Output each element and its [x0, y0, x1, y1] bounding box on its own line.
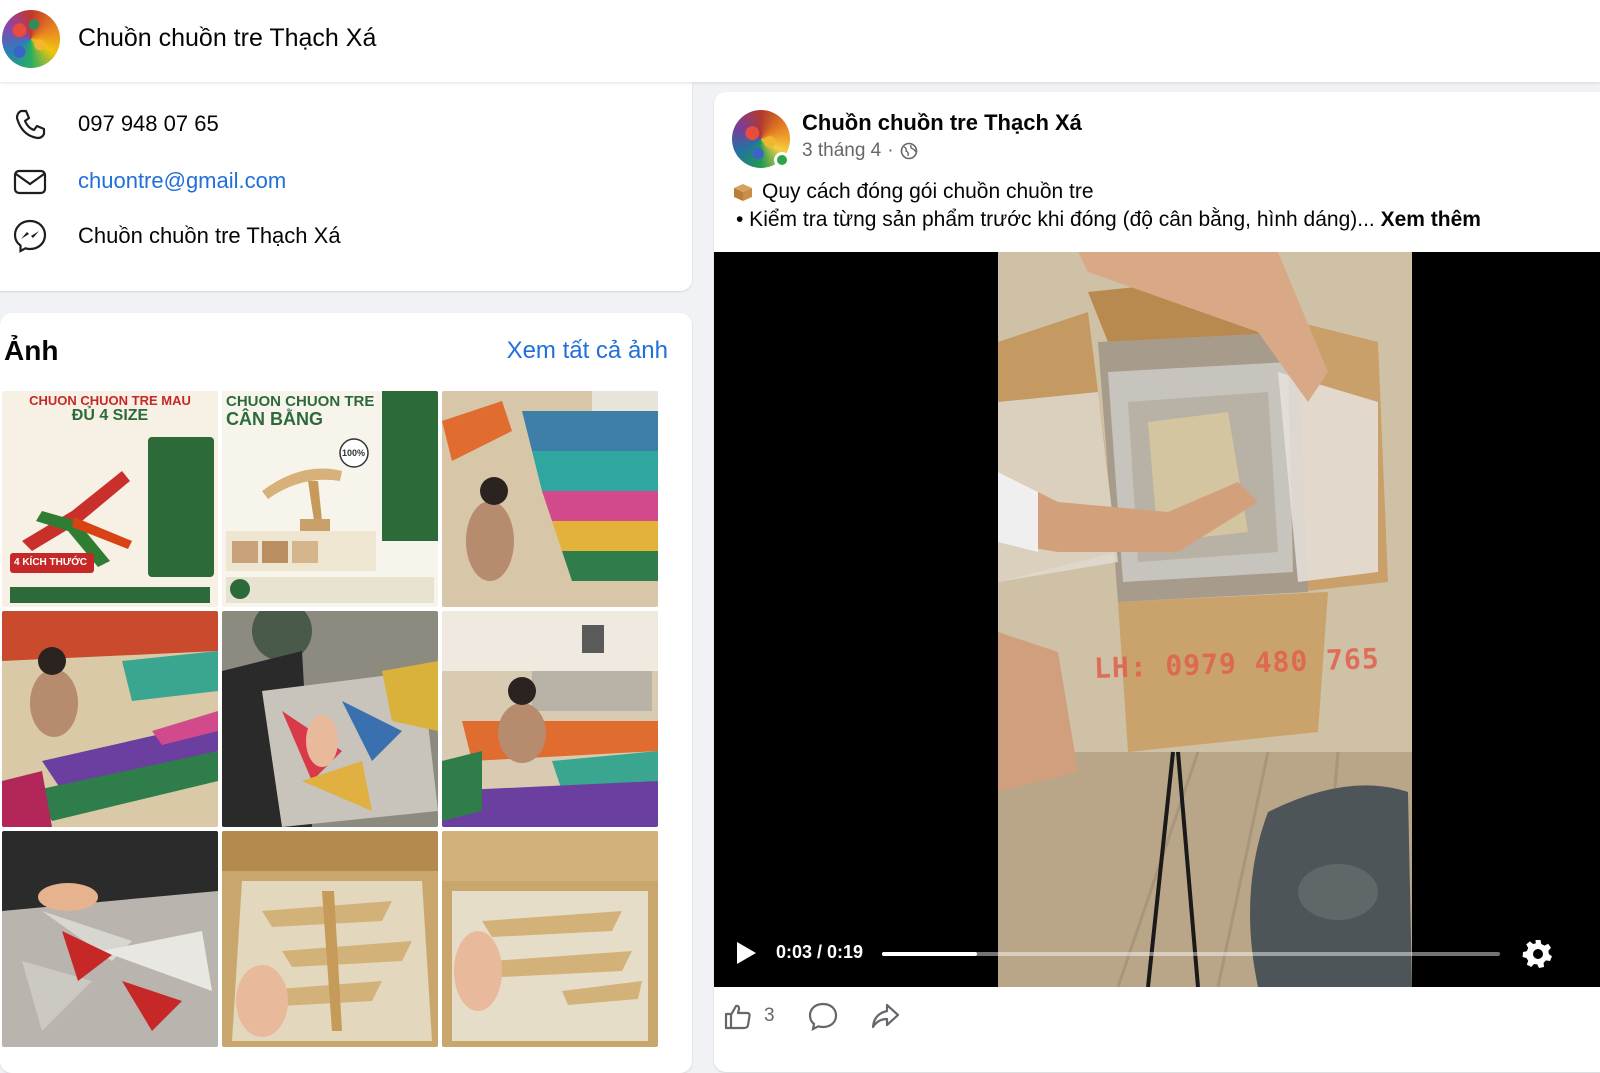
contact-messenger[interactable]: Chuồn chuồn tre Thạch Xá: [78, 223, 341, 249]
page-avatar[interactable]: [2, 10, 60, 68]
video-frame-image: [998, 252, 1412, 987]
post-text-line1: Quy cách đóng gói chuồn chuồn tre: [732, 180, 1094, 204]
photo-tile-2[interactable]: CHUON CHUON TRE CÂN BẰNG 100%: [222, 391, 438, 607]
like-count: 3: [764, 1005, 775, 1026]
messenger-icon: [13, 219, 47, 253]
photo-8-image: [222, 831, 438, 1047]
photo-6-image: [442, 611, 658, 827]
share-button[interactable]: [869, 1000, 901, 1032]
photo-7-image: [2, 831, 218, 1047]
meta-separator: ·: [887, 140, 894, 161]
post-text-line2: • Kiểm tra từng sản phẩm trước khi đóng …: [736, 208, 1481, 232]
post-actions: 3: [714, 992, 1600, 1052]
photo-5-image: [222, 611, 438, 827]
contact-email-row: chuontre@gmail.com: [0, 161, 680, 201]
photo-9-image: [442, 831, 658, 1047]
photo-2-badge: 100%: [342, 448, 366, 458]
post-card: Chuồn chuồn tre Thạch Xá 3 tháng 4 · Quy…: [714, 92, 1600, 1072]
see-all-photos-link[interactable]: Xem tất cả ảnh: [507, 337, 668, 365]
phone-icon: [15, 109, 46, 140]
contact-messenger-row: Chuồn chuồn tre Thạch Xá: [0, 216, 680, 256]
post-line1-text: Quy cách đóng gói chuồn chuồn tre: [762, 180, 1094, 203]
post-meta: 3 tháng 4 ·: [802, 140, 918, 162]
contact-phone[interactable]: 097 948 07 65: [78, 111, 219, 137]
photo-1-badge: 4 KÍCH THƯỚC: [14, 557, 87, 568]
photo-tile-8[interactable]: [222, 831, 438, 1047]
photo-tile-1[interactable]: CHUON CHUON TRE MAU ĐỦ 4 SIZE 4 KÍCH THƯ…: [2, 391, 218, 607]
photos-card: Ảnh Xem tất cả ảnh CHUON CHUON TRE MAU Đ…: [0, 313, 692, 1073]
globe-icon: [900, 142, 917, 160]
post-author[interactable]: Chuồn chuồn tre Thạch Xá: [802, 110, 1082, 136]
comment-button[interactable]: [807, 1000, 839, 1032]
video-player[interactable]: LH: 0979 480 765 0:03 / 0:19: [714, 252, 1600, 987]
photo-3-image: [442, 391, 658, 607]
photo-tile-3[interactable]: [442, 391, 658, 607]
page-title[interactable]: Chuồn chuồn tre Thạch Xá: [78, 24, 376, 53]
package-icon: [734, 184, 752, 201]
settings-gear-icon[interactable]: [1522, 938, 1554, 970]
photo-4-image: [2, 611, 218, 827]
photo-2-headline: CHUON CHUON TRE: [226, 393, 375, 410]
online-status-dot: [774, 152, 790, 168]
mail-icon: [13, 169, 47, 195]
contact-email-link[interactable]: chuontre@gmail.com: [78, 168, 286, 194]
photo-1-headline: CHUON CHUON TRE MAU: [29, 393, 191, 408]
comment-icon: [808, 1002, 838, 1031]
photo-tile-4[interactable]: [2, 611, 218, 827]
contact-phone-row: 097 948 07 65: [0, 104, 680, 144]
photos-title: Ảnh: [4, 335, 59, 366]
see-more-link[interactable]: Xem thêm: [1381, 208, 1481, 231]
video-progress-fill: [882, 952, 978, 956]
photo-tile-9[interactable]: [442, 831, 658, 1047]
video-frame: LH: 0979 480 765: [998, 252, 1412, 987]
photo-tile-6[interactable]: [442, 611, 658, 827]
share-icon: [871, 1003, 900, 1029]
like-button[interactable]: 3: [722, 1000, 775, 1032]
photo-1-sub: ĐỦ 4 SIZE: [71, 407, 149, 424]
play-icon[interactable]: [734, 940, 758, 966]
photo-tile-5[interactable]: [222, 611, 438, 827]
page-header: Chuồn chuồn tre Thạch Xá: [0, 0, 1600, 82]
photo-tile-7[interactable]: [2, 831, 218, 1047]
thumbs-up-icon: [724, 1004, 751, 1030]
video-progress-bar[interactable]: [882, 952, 1500, 956]
video-time: 0:03 / 0:19: [776, 942, 864, 962]
post-line2-text: • Kiểm tra từng sản phẩm trước khi đóng …: [736, 208, 1375, 231]
photo-2-sub: CÂN BẰNG: [226, 409, 323, 429]
post-time[interactable]: 3 tháng 4: [802, 140, 881, 162]
contact-info-card: 097 948 07 65 chuontre@gmail.com Chuồn c…: [0, 82, 692, 291]
